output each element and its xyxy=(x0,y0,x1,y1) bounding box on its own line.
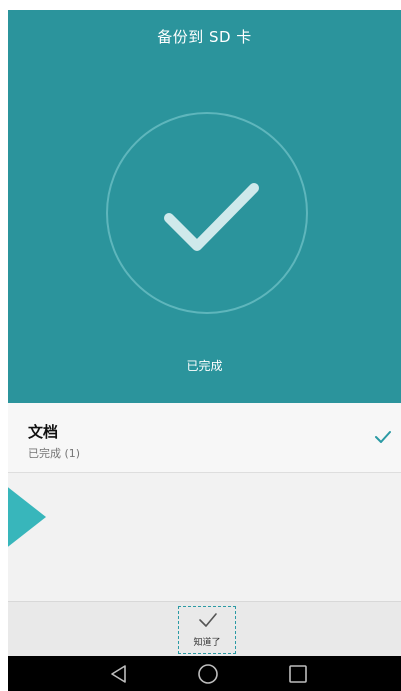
backup-header: 备份到 SD 卡 已完成 xyxy=(8,10,401,403)
item-name: 文档 xyxy=(28,423,59,441)
phone-screen: 备份到 SD 卡 已完成 文档 已完成 (1) 知道了 xyxy=(8,10,401,691)
check-icon xyxy=(375,431,391,443)
checkmark-icon xyxy=(164,183,259,251)
item-status: 已完成 (1) xyxy=(28,447,81,460)
scroll-right-arrow-icon[interactable] xyxy=(8,481,46,553)
system-nav-bar xyxy=(8,656,401,691)
recents-square-icon[interactable] xyxy=(287,663,309,685)
bottom-action-bar: 知道了 xyxy=(8,601,401,656)
check-icon xyxy=(199,613,217,627)
page-title: 备份到 SD 卡 xyxy=(157,28,252,46)
progress-ring xyxy=(106,112,308,314)
list-item-documents[interactable]: 文档 已完成 (1) xyxy=(8,403,401,473)
got-it-button[interactable]: 知道了 xyxy=(178,606,236,654)
home-circle-icon[interactable] xyxy=(197,663,219,685)
got-it-label: 知道了 xyxy=(193,638,221,648)
back-triangle-icon[interactable] xyxy=(108,663,130,685)
backup-status: 已完成 xyxy=(186,359,223,373)
